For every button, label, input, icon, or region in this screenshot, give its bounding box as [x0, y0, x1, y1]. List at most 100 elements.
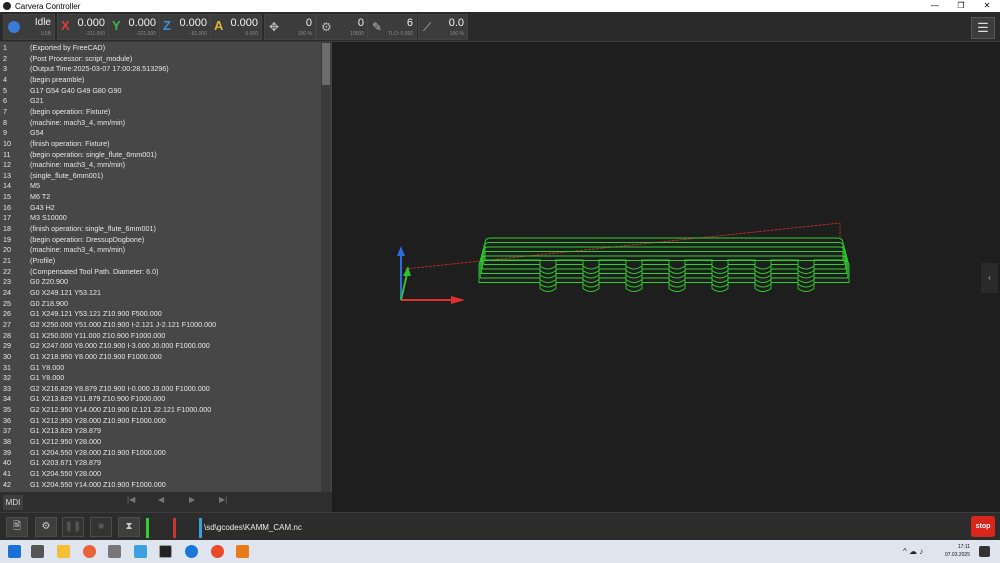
- gcode-line[interactable]: 27 G2 X250.000 Y51.000 Z10.900 I-2.121 J-…: [0, 320, 320, 331]
- gcode-line[interactable]: 21 (Profile): [0, 256, 320, 267]
- mdi-button[interactable]: MDI: [3, 495, 23, 510]
- tool-number: 6: [406, 17, 413, 29]
- clock[interactable]: 17:11 07.03.2025: [945, 543, 970, 559]
- dro-x[interactable]: X 0.000 -311.000: [57, 14, 109, 40]
- first-line-button[interactable]: |◀: [127, 495, 135, 504]
- line-number: 13: [3, 170, 11, 180]
- pause-button[interactable]: ❚❚: [62, 517, 84, 537]
- gcode-line[interactable]: 24 G0 X249.121 Y53.121: [0, 288, 320, 299]
- gcode-line[interactable]: 32 G1 Y8.000: [0, 373, 320, 384]
- gcode-line[interactable]: 26 G1 X249.121 Y53.121 Z10.900 F500.000: [0, 309, 320, 320]
- laser-percent: 100 %: [449, 31, 464, 37]
- last-line-button[interactable]: ▶|: [219, 495, 227, 504]
- upload-button[interactable]: ⚙: [35, 517, 57, 537]
- gcode-line[interactable]: 15 M6 T2: [0, 192, 320, 203]
- gcode-line[interactable]: 37 G1 X213.829 Y28.879: [0, 426, 320, 437]
- gcode-line[interactable]: 34 G1 X213.829 Y11.879 Z10.900 F1000.000: [0, 394, 320, 405]
- gcode-line[interactable]: 38 G1 X212.950 Y28.000: [0, 437, 320, 448]
- gcode-line[interactable]: 41 G1 X204.550 Y28.000: [0, 469, 320, 480]
- windows-taskbar: ^ ☁ ♪ 17:11 07.03.2025: [0, 540, 1000, 563]
- line-number: 38: [3, 437, 11, 447]
- emergency-stop-button[interactable]: stop: [971, 516, 995, 537]
- gcode-line[interactable]: 20 (machine: mach3_4, mm/min): [0, 245, 320, 256]
- scrollbar-thumb[interactable]: [322, 43, 330, 85]
- line-code: (machine: mach3_4, mm/min): [30, 160, 126, 170]
- gcode-line[interactable]: 11 (begin operation: single_flute_6mm001): [0, 150, 320, 161]
- gcode-line[interactable]: 2 (Post Processor: script_module): [0, 54, 320, 65]
- close-button[interactable]: ✕: [974, 0, 1000, 12]
- app-icon-3[interactable]: [185, 545, 198, 558]
- dro-z[interactable]: Z 0.000 -61.000: [159, 14, 211, 40]
- app-icon-4[interactable]: [211, 545, 224, 558]
- firefox-icon[interactable]: [83, 545, 96, 558]
- status-panel[interactable]: Idle USB: [3, 14, 55, 40]
- tool-panel[interactable]: ✎ 6 TLO: 0.000: [367, 14, 417, 40]
- gcode-scrollbar[interactable]: [321, 42, 331, 492]
- gcode-line[interactable]: 9 G54: [0, 128, 320, 139]
- line-number: 36: [3, 415, 11, 425]
- restore-button[interactable]: ❐: [948, 0, 974, 12]
- gcode-list[interactable]: 1 (Exported by FreeCAD) 2 (Post Processor: …: [0, 42, 332, 492]
- gcode-line[interactable]: 40 G1 X203.671 Y28.879: [0, 458, 320, 469]
- file-explorer-icon[interactable]: [57, 545, 70, 558]
- main-menu-button[interactable]: ☰: [971, 17, 995, 39]
- gcode-line[interactable]: 36 G1 X212.950 Y28.000 Z10.900 F1000.000: [0, 416, 320, 427]
- dro-y[interactable]: Y 0.000 -221.000: [108, 14, 160, 40]
- notification-icon[interactable]: [979, 546, 990, 557]
- timer-button[interactable]: ⧗: [118, 517, 140, 537]
- z-axis-arrowhead: [397, 246, 405, 256]
- gcode-line[interactable]: 19 (begin operation: DressupDogbone): [0, 235, 320, 246]
- gcode-line[interactable]: 25 G0 Z18.900: [0, 299, 320, 310]
- stop-job-button[interactable]: ■: [90, 517, 112, 537]
- dro-a[interactable]: A 0.000 0.000: [210, 14, 262, 40]
- feed-override[interactable]: ✥ 0 100 %: [264, 14, 316, 40]
- spindle-override[interactable]: ⚙ 0 10000: [316, 14, 368, 40]
- gcode-line[interactable]: 16 G43 H2: [0, 203, 320, 214]
- line-code: G21: [30, 96, 44, 106]
- gcode-line[interactable]: 13 (single_flute_6mm001): [0, 171, 320, 182]
- gcode-line[interactable]: 30 G1 X218.950 Y8.000 Z10.900 F1000.000: [0, 352, 320, 363]
- gcode-line[interactable]: 10 (finish operation: Fixture): [0, 139, 320, 150]
- line-code: (Post Processor: script_module): [30, 53, 133, 63]
- side-panel-toggle[interactable]: ‹: [981, 263, 998, 293]
- gcode-line[interactable]: 8 (machine: mach3_4, mm/min): [0, 118, 320, 129]
- gcode-line[interactable]: 23 G0 Z20.900: [0, 277, 320, 288]
- gcode-line[interactable]: 12 (machine: mach3_4, mm/min): [0, 160, 320, 171]
- tray-icons[interactable]: ^ ☁ ♪: [903, 547, 923, 556]
- line-code: G2 X212.950 Y14.000 Z10.900 I2.121 J2.12…: [30, 405, 212, 415]
- gcode-line[interactable]: 17 M3 S10000: [0, 213, 320, 224]
- gcode-line[interactable]: 1 (Exported by FreeCAD): [0, 43, 320, 54]
- move-arrows-icon: ✥: [269, 20, 280, 34]
- gcode-line[interactable]: 42 G1 X204.550 Y14.000 Z10.900 F1000.000: [0, 480, 320, 491]
- next-line-button[interactable]: ▶: [189, 495, 195, 504]
- gcode-line[interactable]: 4 (begin preamble): [0, 75, 320, 86]
- gcode-line[interactable]: 22 (Compensated Tool Path. Diameter: 6.0): [0, 267, 320, 278]
- window-title: Carvera Controller: [15, 1, 81, 11]
- app-icon-1[interactable]: [108, 545, 121, 558]
- x-machine-value: -311.000: [85, 31, 105, 37]
- start-icon[interactable]: [8, 545, 21, 558]
- gcode-line[interactable]: 5 G17 G54 G40 G49 G80 G90: [0, 86, 320, 97]
- gcode-line[interactable]: 31 G1 Y8.000: [0, 363, 320, 374]
- gcode-line[interactable]: 3 (Output Time:2025-03-07 17:00:28.513296…: [0, 64, 320, 75]
- gcode-line[interactable]: 6 G21: [0, 96, 320, 107]
- task-view-icon[interactable]: [31, 545, 44, 558]
- gcode-line[interactable]: 39 G1 X204.550 Y28.000 Z10.900 F1000.000: [0, 448, 320, 459]
- gcode-line[interactable]: 33 G2 X216.829 Y8.879 Z10.900 I-0.000 J3.…: [0, 384, 320, 395]
- x-work-value: 0.000: [77, 17, 105, 29]
- gcode-line[interactable]: 18 (finish operation: single_flute_6mm001…: [0, 224, 320, 235]
- toolpath-viewport[interactable]: [333, 42, 1000, 512]
- prev-line-button[interactable]: ◀: [158, 495, 164, 504]
- gcode-line[interactable]: 28 G1 X250.000 Y11.000 Z10.900 F1000.000: [0, 331, 320, 342]
- carvera-taskbar-icon[interactable]: [159, 545, 172, 558]
- gcode-line[interactable]: 14 M5: [0, 181, 320, 192]
- laser-panel[interactable]: ⟋ 0.0 100 %: [418, 14, 468, 40]
- gcode-line[interactable]: 35 G2 X212.950 Y14.000 Z10.900 I2.121 J2.…: [0, 405, 320, 416]
- minimize-button[interactable]: —: [922, 0, 948, 12]
- gcode-line[interactable]: 7 (begin operation: Fixture): [0, 107, 320, 118]
- app-icon-5[interactable]: [236, 545, 249, 558]
- app-icon-2[interactable]: [134, 545, 147, 558]
- gcode-line[interactable]: 29 G2 X247.000 Y8.000 Z10.900 I-3.000 J0.…: [0, 341, 320, 352]
- open-file-button[interactable]: 🗎: [6, 517, 28, 537]
- spindle-value: 0: [357, 17, 364, 29]
